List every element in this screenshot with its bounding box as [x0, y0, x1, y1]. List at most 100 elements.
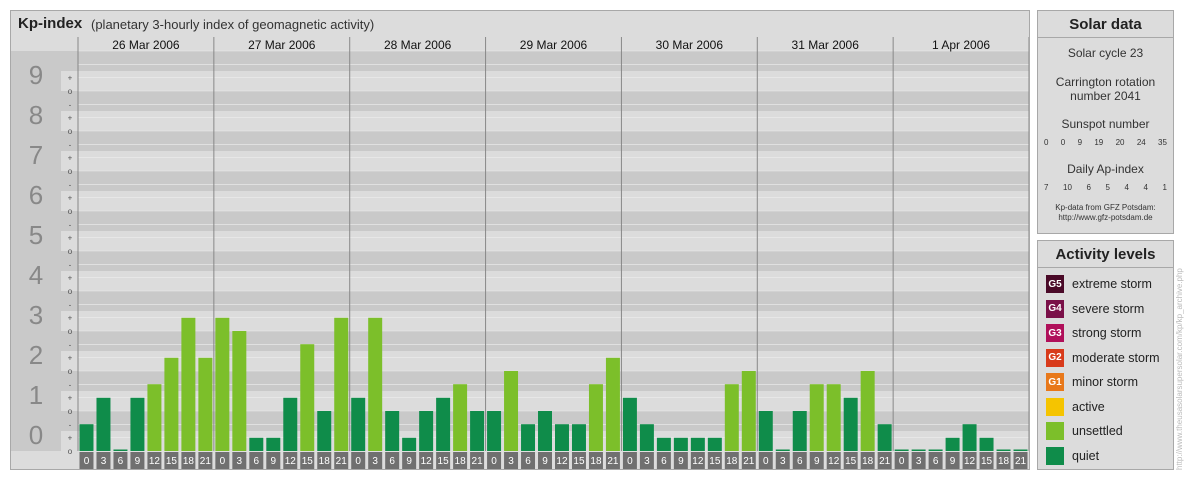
interval-start-label: 3 — [101, 456, 107, 467]
interval-start-label: 18 — [319, 456, 331, 467]
kp-bar — [487, 411, 502, 451]
interval-start-label: 21 — [200, 456, 212, 467]
level-swatch — [1046, 397, 1064, 416]
kp-bar — [300, 344, 315, 451]
day-label: 29 Mar 2006 — [520, 38, 588, 52]
interval-start-label: 15 — [166, 456, 178, 467]
kp-bar — [368, 317, 383, 451]
kp-bar — [504, 371, 519, 451]
kp-bar — [283, 397, 298, 451]
interval-start-label: 12 — [421, 456, 433, 467]
sunspot-label: Sunspot number — [1061, 117, 1150, 131]
kp-bar — [334, 317, 349, 451]
y-sub-tick: - — [69, 420, 72, 429]
y-sub-tick: o — [68, 87, 73, 96]
kp-bar — [775, 449, 790, 451]
y-sub-tick: o — [68, 407, 73, 416]
level-swatch: G3 — [1046, 324, 1064, 342]
kp-bar — [690, 437, 705, 451]
y-sub-tick: + — [68, 274, 73, 283]
kp-bar — [147, 384, 162, 451]
y-sub-tick: - — [69, 300, 72, 309]
sunspot-value: 9 — [1077, 138, 1083, 147]
interval-start-label: 12 — [149, 456, 161, 467]
activity-level-item: G1 minor storm — [1046, 373, 1138, 391]
activity-levels-panel: Activity levels G5 extreme storm G4 severe … — [1037, 240, 1174, 470]
kp-bar — [232, 331, 247, 451]
interval-start-label: 18 — [183, 456, 195, 467]
activity-level-item: G5 extreme storm — [1046, 275, 1152, 293]
kp-band — [11, 91, 1029, 111]
y-tick-label: 9 — [29, 60, 43, 90]
y-tick-label: 6 — [29, 180, 43, 210]
interval-start-label: 3 — [372, 456, 378, 467]
carrington-line2: number 2041 — [1070, 89, 1141, 103]
interval-start-label: 12 — [692, 456, 704, 467]
interval-start-label: 6 — [118, 456, 124, 467]
level-label: strong storm — [1072, 326, 1142, 340]
kp-bar — [385, 411, 400, 451]
ap-label: Daily Ap-index — [1067, 162, 1144, 176]
kp-bar — [639, 424, 654, 451]
ap-value: 6 — [1086, 183, 1091, 192]
level-label: moderate storm — [1072, 350, 1160, 365]
kp-bar — [317, 411, 332, 451]
kp-band — [11, 331, 1029, 351]
interval-start-label: 3 — [644, 456, 650, 467]
kp-bar — [351, 397, 366, 451]
y-tick-label: 1 — [29, 380, 43, 410]
kp-bar — [96, 397, 111, 451]
interval-start-label: 6 — [254, 456, 260, 467]
kp-band — [11, 51, 1029, 71]
interval-start-label: 0 — [491, 456, 497, 467]
kp-bar — [164, 357, 179, 451]
activity-level-item: unsettled — [1046, 422, 1123, 440]
y-sub-tick: o — [68, 127, 73, 136]
day-label: 28 Mar 2006 — [384, 38, 452, 52]
y-sub-tick: o — [68, 367, 73, 376]
interval-start-label: 3 — [237, 456, 243, 467]
level-swatch: G2 — [1046, 348, 1064, 367]
level-label: quiet — [1072, 448, 1100, 463]
kp-title-bar: Kp-index (planetary 3-hourly index of ge… — [11, 11, 1029, 37]
kp-bar — [826, 384, 841, 451]
kp-bar — [928, 449, 943, 451]
interval-start-label: 18 — [590, 456, 602, 467]
level-label: unsettled — [1072, 424, 1123, 438]
interval-start-label: 15 — [981, 456, 993, 467]
kp-bar — [962, 424, 977, 451]
y-sub-tick: o — [68, 247, 73, 256]
day-label: 1 Apr 2006 — [932, 38, 990, 52]
interval-start-label: 21 — [879, 456, 891, 467]
y-sub-tick: - — [69, 260, 72, 269]
interval-start-label: 6 — [661, 456, 667, 467]
kp-bar — [402, 437, 417, 451]
kp-bar — [1013, 449, 1028, 451]
y-sub-tick: o — [68, 167, 73, 176]
ap-value: 4 — [1124, 183, 1129, 192]
interval-start-label: 0 — [899, 456, 905, 467]
y-sub-tick: o — [68, 447, 73, 456]
interval-start-label: 18 — [455, 456, 467, 467]
sunspot-value: 0 — [1060, 138, 1066, 147]
chart-title: Kp-index — [18, 15, 83, 32]
kp-bar — [622, 397, 637, 451]
y-tick-label: 8 — [29, 100, 43, 130]
interval-start-label: 21 — [607, 456, 619, 467]
interval-start-label: 21 — [472, 456, 484, 467]
interval-start-label: 18 — [998, 456, 1010, 467]
level-swatch — [1046, 422, 1064, 440]
interval-start-label: 0 — [220, 456, 226, 467]
interval-start-label: 3 — [508, 456, 514, 467]
interval-start-label: 0 — [84, 456, 90, 467]
kp-bar — [724, 384, 739, 451]
source-line2: http://www.gfz-potsdam.de — [1058, 213, 1153, 222]
kp-band — [11, 371, 1029, 391]
interval-start-label: 15 — [845, 456, 857, 467]
interval-start-label: 9 — [814, 456, 820, 467]
kp-bar — [945, 437, 960, 451]
y-sub-tick: o — [68, 327, 73, 336]
kp-bar — [436, 397, 451, 451]
activity-level-item: quiet — [1046, 446, 1100, 465]
sunspot-value: 0 — [1044, 138, 1049, 147]
